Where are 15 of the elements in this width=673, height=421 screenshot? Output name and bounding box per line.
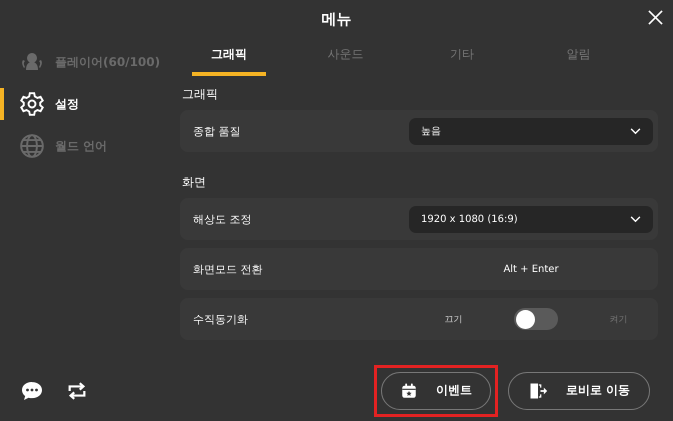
on-label: 켜기 bbox=[609, 314, 628, 326]
window-title: 메뉴 bbox=[322, 10, 352, 28]
setting-label: 종합 품질 bbox=[193, 124, 242, 138]
section-title: 그래픽 bbox=[181, 86, 219, 103]
dropdown[interactable]: 높음 bbox=[409, 118, 653, 144]
setting-label: 해상도 조정 bbox=[193, 212, 252, 226]
setting-value: Alt + Enter bbox=[503, 264, 559, 274]
section-title: 화면 bbox=[181, 174, 207, 191]
dropdown[interactable]: 1920 x 1080 (16:9) bbox=[409, 206, 653, 232]
lobby-button[interactable]: 로비로 이동 bbox=[508, 372, 650, 410]
event-button[interactable]: 이벤트 bbox=[381, 372, 491, 410]
off-label: 끄기 bbox=[444, 314, 463, 326]
setting-label: 화면모드 전환 bbox=[193, 262, 264, 276]
setting-label: 수직동기화 bbox=[193, 312, 249, 326]
tab[interactable]: 그래픽 bbox=[192, 42, 266, 76]
